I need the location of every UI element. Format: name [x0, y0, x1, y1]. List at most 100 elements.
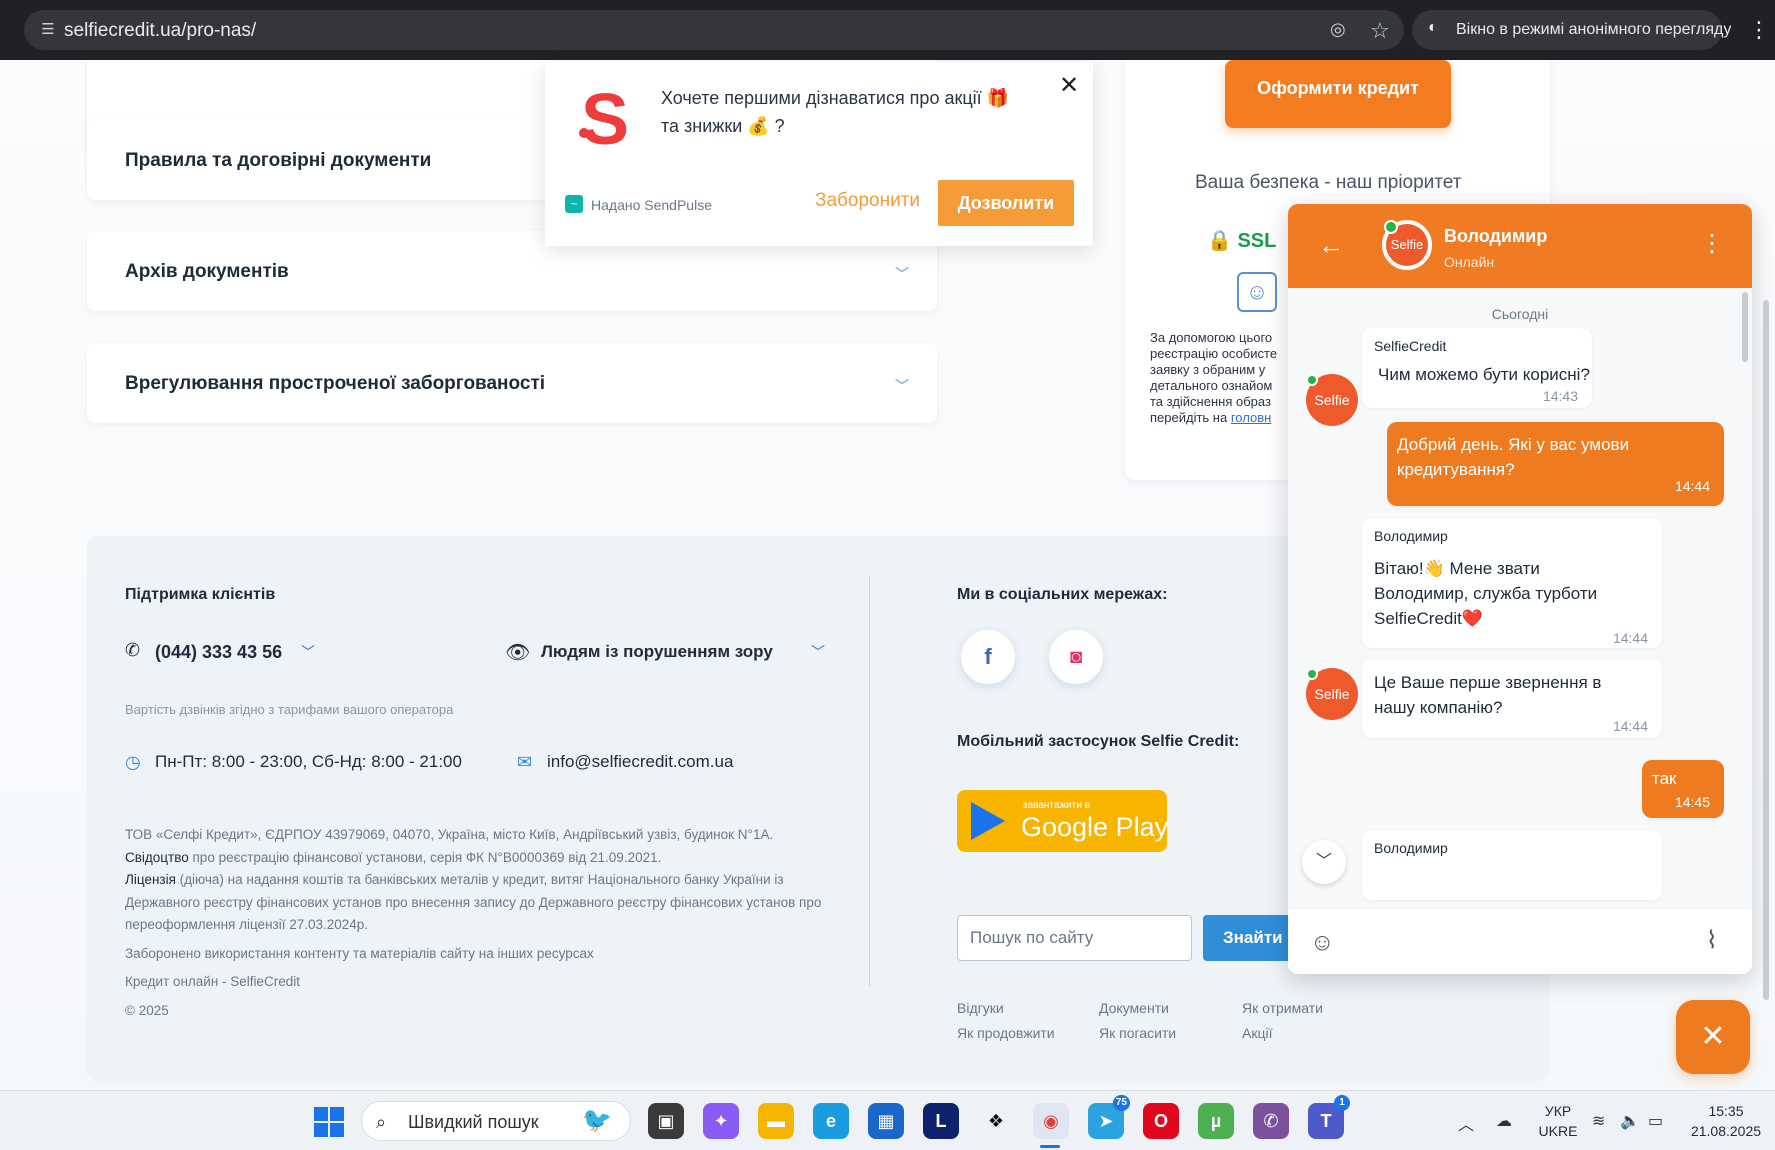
telegram-badge: 75 — [1112, 1095, 1130, 1111]
scroll-down-chevron-icon[interactable]: ﹀ — [1302, 840, 1346, 884]
footer-link-reviews[interactable]: Відгуки — [957, 1000, 1004, 1016]
legal-line: Ліцензія (діюча) на надання коштів та ба… — [125, 869, 855, 937]
chat-message: Володимир Вітаю!👋 Мене звати Володимир, … — [1362, 518, 1662, 648]
back-arrow-icon[interactable]: ← — [1318, 232, 1344, 258]
online-indicator — [1306, 668, 1318, 680]
security-text-line: детального ознайом — [1150, 378, 1273, 393]
windows-start-icon[interactable] — [314, 1107, 344, 1137]
google-play-button[interactable]: завантажити в Google Play — [957, 790, 1169, 852]
attach-icon[interactable]: ⌇ — [1706, 929, 1718, 953]
chat-message-own: Добрий день. Які у вас умови кредитуванн… — [1387, 422, 1724, 506]
main-page-link[interactable]: головн — [1231, 410, 1271, 425]
edge-icon[interactable]: e — [813, 1103, 849, 1139]
allow-button[interactable]: Дозволити — [938, 180, 1074, 226]
google-play-icon — [971, 802, 1005, 840]
agent-status: Онлайн — [1444, 254, 1495, 270]
legal-line: ТОВ «Селфі Кредит», ЄДРПОУ 43979069, 040… — [125, 827, 774, 842]
site-settings-icon[interactable]: ☰ — [38, 20, 58, 40]
taskbar-search-label: Швидкий пошук — [408, 1112, 539, 1132]
legal-text: (діюча) на надання коштів та банківських… — [125, 872, 822, 932]
teams-badge: 1 — [1334, 1095, 1350, 1111]
call-cost-note: Вартість дзвінків згідно з тарифами вашо… — [125, 702, 454, 717]
app-title: Мобільний застосунок Selfie Credit: — [957, 733, 1240, 750]
chat-message-own: так 14:45 — [1642, 760, 1724, 818]
footer-link-how-to-repay[interactable]: Як погасити — [1099, 1025, 1176, 1041]
accordion-item-overdue[interactable]: Врегулювання простроченої заборгованості… — [87, 343, 937, 423]
opera-icon[interactable]: O — [1143, 1103, 1179, 1139]
legal-bold: Ліцензія — [125, 872, 176, 887]
site-search-input[interactable] — [957, 915, 1192, 961]
phone-number[interactable]: (044) 333 43 56 — [155, 642, 282, 663]
bookmark-star-icon[interactable]: ☆ — [1370, 18, 1394, 43]
online-indicator — [1306, 374, 1318, 386]
tray-expand-icon[interactable]: ︿ — [1458, 1111, 1474, 1135]
url-text[interactable]: selfiecredit.ua/pro-nas/ — [64, 20, 256, 42]
task-view-icon[interactable]: ▣ — [648, 1103, 684, 1139]
copilot-icon[interactable]: ✦ — [703, 1103, 739, 1139]
copyright: © 2025 — [125, 1002, 169, 1018]
taskbar-search[interactable]: ⌕ Швидкий пошук 🐦 — [361, 1101, 631, 1141]
chat-message: Це Ваше перше звернення в нашу компанію?… — [1362, 660, 1662, 738]
footer-link-how-to-extend[interactable]: Як продовжити — [957, 1025, 1055, 1041]
legal-text: про реєстрацію фінансової установи, сері… — [188, 849, 662, 865]
teams-icon[interactable]: T1 — [1308, 1095, 1350, 1139]
clock-date[interactable]: 21.08.2025 — [1686, 1123, 1766, 1139]
instagram-icon[interactable]: ◙ — [1049, 630, 1103, 684]
footer-link-promotions[interactable]: Акції — [1242, 1025, 1272, 1041]
message-sender: Володимир — [1374, 840, 1448, 856]
file-explorer-icon[interactable]: ▬ — [758, 1103, 794, 1139]
push-notification-popup: S Хочете першими дізнаватися про акції 🎁… — [545, 62, 1093, 246]
footer-link-how-to-get[interactable]: Як отримати — [1242, 1000, 1323, 1016]
google-play-small-label: завантажити в — [1023, 800, 1090, 811]
browser-menu-icon[interactable]: ⋮ — [1748, 16, 1770, 44]
incognito-indicator[interactable]: ◐ Вікно в режимі анонімного перегляду — [1412, 10, 1731, 50]
clock-time[interactable]: 15:35 — [1686, 1103, 1766, 1119]
browser-toolbar: ☰ selfiecredit.ua/pro-nas/ ◎ ☆ ◐ Вікно в… — [0, 0, 1775, 60]
support-title: Підтримка клієнтів — [125, 586, 276, 603]
chevron-down-icon[interactable]: ﹀ — [895, 264, 911, 282]
keyboard-layout[interactable]: UKRE — [1536, 1123, 1580, 1139]
viber-icon[interactable]: ✆ — [1253, 1103, 1289, 1139]
store-icon[interactable]: ▦ — [868, 1103, 904, 1139]
onedrive-icon[interactable]: ☁ — [1496, 1111, 1512, 1131]
chat-menu-icon[interactable]: ⋮ — [1700, 228, 1724, 260]
email-link[interactable]: info@selfiecredit.com.ua — [547, 752, 733, 772]
avatar-label: Selfie — [1314, 686, 1350, 702]
facebook-icon[interactable]: f — [961, 630, 1015, 684]
battery-icon[interactable]: ▭ — [1648, 1111, 1663, 1131]
wifi-icon[interactable]: ≋ — [1592, 1111, 1605, 1131]
chat-messages[interactable]: Сьогодні SelfieCredit Чим можемо бути ко… — [1288, 288, 1752, 908]
chat-scrollbar[interactable] — [1742, 292, 1748, 362]
close-icon[interactable]: ✕ — [1057, 74, 1081, 98]
tracking-protection-icon[interactable]: ◎ — [1330, 19, 1354, 43]
sendpulse-logo: S — [579, 80, 630, 160]
utorrent-icon[interactable]: µ — [1198, 1103, 1234, 1139]
chrome-icon[interactable]: ◉ — [1033, 1103, 1069, 1139]
accessibility-label[interactable]: Людям із порушенням зору — [541, 642, 773, 662]
footer-link-documents[interactable]: Документи — [1099, 1000, 1169, 1016]
close-chat-button[interactable]: ✕ — [1676, 1000, 1750, 1074]
eye-icon: 👁 — [505, 642, 531, 664]
address-bar[interactable]: ☰ selfiecredit.ua/pro-nas/ ◎ ☆ — [24, 10, 1404, 50]
message-time: 14:44 — [1674, 478, 1710, 494]
l-app-icon[interactable]: L — [923, 1103, 959, 1139]
get-credit-button[interactable]: Оформити кредит — [1225, 60, 1451, 128]
page-scrollbar[interactable] — [1763, 300, 1769, 1000]
chevron-down-icon[interactable]: ﹀ — [301, 642, 315, 662]
volume-icon[interactable]: 🔈 — [1620, 1111, 1640, 1131]
windows-taskbar: ⌕ Швидкий пошук 🐦 ▣ ✦ ▬ e ▦ L ❖ ◉ ➤ 75 O … — [0, 1090, 1775, 1150]
chat-input-bar[interactable]: ☺ ⌇ — [1288, 908, 1752, 974]
accordion-label: Архів документів — [125, 261, 289, 282]
ssl-badge: 🔒 SSL — [1207, 230, 1277, 252]
chevron-down-icon[interactable]: ﹀ — [811, 642, 825, 662]
security-title: Ваша безпека - наш пріоритет — [1195, 172, 1462, 193]
google-play-label: Google Play — [1021, 812, 1169, 842]
dropbox-icon[interactable]: ❖ — [978, 1103, 1014, 1139]
language-indicator[interactable]: УКР — [1536, 1103, 1580, 1119]
chevron-down-icon[interactable]: ﹀ — [895, 376, 911, 394]
active-app-indicator — [1040, 1145, 1060, 1148]
telegram-icon[interactable]: ➤ 75 — [1088, 1095, 1130, 1139]
social-title: Ми в соціальних мережах: — [957, 586, 1168, 603]
emoji-icon[interactable]: ☺ — [1310, 931, 1335, 955]
deny-button[interactable]: Заборонити — [815, 190, 920, 212]
